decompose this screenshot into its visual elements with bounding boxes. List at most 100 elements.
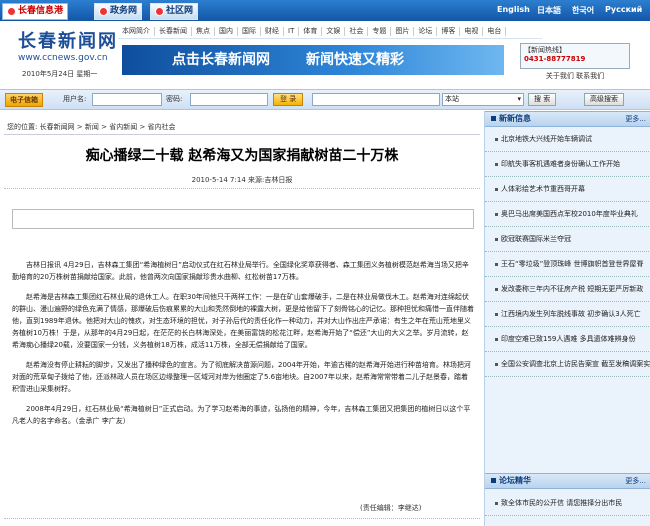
forum-list: 致全体市民的公开信 请您推择分出市民 (485, 491, 650, 516)
list-item[interactable]: 人体彩绘艺术节重西哥开幕 (485, 177, 650, 202)
site-header: 长春新闻网 www.ccnews.gov.cn 2010年5月24日 星期一 本… (0, 21, 650, 89)
main-nav: 本网简介 长春新闻 焦点 国内 国际 财经 IT 体育 文娱 社会 专题 图片 … (118, 25, 542, 39)
bullet-icon (495, 237, 498, 241)
list-item[interactable]: 致全体市民的公开信 请您推择分出市民 (485, 491, 650, 516)
list-item[interactable]: 江西境内发生列车脱线事故 初步确认3人死亡 (485, 302, 650, 327)
list-item[interactable]: 欧冠联赛国际米兰夺冠 (485, 227, 650, 252)
nav-item[interactable]: 焦点 (192, 27, 215, 36)
latest-news-title: 新新信息 (499, 114, 531, 123)
list-item-label: 印度空难已致159人遇难 多具遗体难辨身份 (501, 335, 636, 343)
divider (4, 518, 480, 519)
breadcrumb[interactable]: 您的位置: 长春新闻网 > 新闻 > 省内新闻 > 省内社会 (7, 122, 176, 132)
top-bar: 长春信息港 政务网 社区网 English 日本語 한국어 Русский (0, 0, 650, 21)
nav-item[interactable]: 体育 (299, 27, 323, 36)
banner-right-text: 新闻快速又精彩 (306, 52, 404, 68)
promo-banner[interactable]: 点击长春新闻网 新闻快速又精彩 (122, 45, 504, 75)
nav-row-1: 本网简介 长春新闻 焦点 国内 国际 财经 IT 体育 文娱 社会 专题 图片 … (118, 25, 542, 39)
forum-highlights-title: 论坛精华 (499, 476, 531, 485)
lang-english[interactable]: English (497, 5, 530, 14)
advanced-search-button[interactable]: 高级搜索 (584, 93, 624, 106)
login-button[interactable]: 登 录 (273, 93, 304, 106)
login-search-bar: 电子信箱 用户名: 密码: 登 录 本站 ▾ 搜 索 高级搜索 (0, 89, 650, 110)
sidebar: 新新信息 更多... 北京地铁大兴线开始车辆调试 印航失事客机遇难者身份确认工作… (484, 111, 650, 526)
bullet-icon (495, 501, 498, 505)
list-item-label: 江西境内发生列车脱线事故 初步确认3人死亡 (501, 310, 641, 318)
list-item-label: 北京地铁大兴线开始车辆调试 (501, 135, 592, 143)
forum-more-link[interactable]: 更多... (625, 474, 646, 488)
about-contact-links[interactable]: 关于我们 联系我们 (520, 71, 630, 81)
article-area: 您的位置: 长春新闻网 > 新闻 > 省内新闻 > 省内社会 痴心播绿二十载 赵… (0, 111, 484, 526)
nav-item[interactable]: 本网简介 (118, 27, 155, 36)
hotline-label: 【新闻热线】 (524, 46, 566, 54)
nav-item[interactable]: 博客 (437, 27, 461, 36)
bullet-icon (495, 337, 498, 341)
site-url: www.ccnews.gov.cn (18, 53, 108, 63)
search-input[interactable] (312, 93, 440, 106)
nav-item[interactable]: 财经 (261, 27, 284, 36)
list-item-label: 全国公安调查北京上访民告案宣 截至发稿调案实 (501, 360, 650, 368)
bullet-icon (495, 212, 498, 216)
gov-icon (99, 7, 108, 16)
nav-item[interactable]: IT (284, 27, 300, 36)
nav-item[interactable]: 论坛 (414, 27, 438, 36)
community-icon (155, 7, 164, 16)
site-logo-text: 长春信息港 (18, 6, 64, 16)
article-body: 吉林日报讯 4月29日，吉林森工集团“希海植树日”启动仪式在红石林业局举行。全国… (12, 259, 474, 435)
article-title: 痴心播绿二十载 赵希海又为国家捐献树苗二十万株 (85, 148, 399, 164)
logo-icon (7, 7, 16, 16)
bullet-icon (495, 187, 498, 191)
nav-item[interactable]: 文娱 (322, 27, 346, 36)
nav-item[interactable]: 国际 (238, 27, 261, 36)
gov-site-button[interactable]: 政务网 (94, 3, 143, 20)
list-item[interactable]: 北京地铁大兴线开始车辆调试 (485, 127, 650, 152)
nav-item[interactable]: 电视 (460, 27, 484, 36)
lang-japanese[interactable]: 日本語 (537, 5, 561, 16)
nav-item[interactable]: 图片 (391, 27, 415, 36)
search-scope-value: 本站 (445, 95, 459, 103)
username-input[interactable] (92, 93, 162, 106)
list-item[interactable]: 印度空难已致159人遇难 多具遗体难辨身份 (485, 327, 650, 352)
community-site-label: 社区网 (166, 6, 194, 16)
list-item-label: 致全体市民的公开信 请您推择分出市民 (501, 499, 623, 507)
article-paragraph: 赵希海没有停止耕耘的脚步，又发出了播种绿色的宣言。为了彻底解决苗源问题，2004… (12, 361, 471, 393)
current-date: 2010年5月24日 星期一 (22, 70, 98, 78)
search-button[interactable]: 搜 索 (528, 93, 557, 106)
latest-more-link[interactable]: 更多... (625, 112, 646, 126)
bullet-icon (495, 287, 498, 291)
lang-russian[interactable]: Русский (605, 5, 642, 14)
password-input[interactable] (190, 93, 268, 106)
bullet-icon (495, 162, 498, 166)
square-icon (491, 478, 496, 483)
list-item[interactable]: 印航失事客机遇难者身份确认工作开始 (485, 152, 650, 177)
hotline-number: 0431-88777819 (524, 55, 586, 63)
responsible-editor: (责任编辑：李继达) (360, 504, 422, 512)
community-site-button[interactable]: 社区网 (150, 3, 199, 20)
list-item-label: 王石“零垃圾”登顶珠峰 世博旗帜首登世界屋脊 (501, 260, 644, 268)
site-logo[interactable]: 长春新闻网 (18, 27, 118, 53)
forum-highlights-header: 论坛精华 更多... (485, 473, 650, 489)
article-meta: 2010-5-14 7:14 来源:吉林日报 (191, 176, 293, 184)
list-item-label: 欧冠联赛国际米兰夺冠 (501, 235, 571, 243)
nav-item[interactable]: 专题 (368, 27, 392, 36)
hotline-box: 【新闻热线】 0431-88777819 (520, 43, 630, 69)
search-scope-select[interactable]: 本站 ▾ (442, 93, 524, 106)
list-item[interactable]: 奥巴马出席美国西点军校2010年度毕业典礼 (485, 202, 650, 227)
bullet-icon (495, 262, 498, 266)
square-icon (491, 116, 496, 121)
article-paragraph: 2008年4月29日，红石林业局“希海植树日”正式启动。为了学习赵希海的事迹，弘… (12, 405, 471, 425)
list-item[interactable]: 王石“零垃圾”登顶珠峰 世博旗帜首登世界屋脊 (485, 252, 650, 277)
latest-news-header: 新新信息 更多... (485, 111, 650, 127)
nav-item[interactable]: 社会 (345, 27, 369, 36)
email-label: 电子信箱 (5, 93, 43, 107)
chevron-down-icon: ▾ (517, 95, 521, 103)
nav-item[interactable]: 长春新闻 (155, 27, 192, 36)
banner-left-text: 点击长春新闻网 (172, 52, 270, 68)
site-logo-link[interactable]: 长春信息港 (2, 3, 69, 20)
nav-item[interactable]: 电台 (483, 27, 507, 36)
lang-korean[interactable]: 한국어 (572, 5, 594, 16)
nav-item[interactable]: 国内 (215, 27, 238, 36)
article-paragraph: 吉林日报讯 4月29日，吉林森工集团“希海植树日”启动仪式在红石林业局举行。全国… (12, 261, 469, 281)
ad-box (12, 209, 474, 229)
list-item[interactable]: 全国公安调查北京上访民告案宣 截至发稿调案实 (485, 352, 650, 377)
list-item[interactable]: 发改委称三年内不征房产税 短期无更严厉新政 (485, 277, 650, 302)
